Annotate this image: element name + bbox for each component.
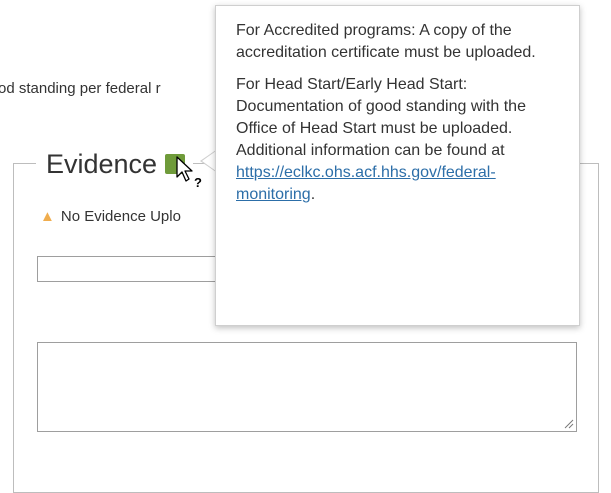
warning-text: No Evidence Uplo — [60, 208, 181, 225]
popover-paragraph-accredited: For Accredited programs: A copy of the a… — [236, 22, 536, 61]
popover-paragraph-head-start-text: For Head Start/Early Head Start: Documen… — [236, 76, 526, 159]
popover-paragraph-head-start: For Head Start/Early Head Start: Documen… — [236, 74, 561, 206]
requirement-description: od standing per federal r — [0, 80, 161, 97]
no-evidence-warning: ▲ No Evidence Uplo — [40, 208, 181, 225]
resize-grip-icon[interactable] — [564, 419, 574, 429]
link-suffix: . — [310, 186, 316, 203]
warning-icon: ▲ — [40, 208, 55, 225]
help-popover: For Accredited programs: A copy of the a… — [215, 5, 580, 326]
svg-text:?: ? — [194, 175, 202, 189]
federal-monitoring-link[interactable]: https://eclkc.ohs.acf.hhs.gov/federal-mo… — [236, 164, 496, 203]
evidence-legend: Evidence — [36, 144, 194, 184]
evidence-title: Evidence — [46, 149, 158, 179]
evidence-textarea[interactable] — [37, 342, 577, 432]
help-cursor-icon: ? — [176, 156, 202, 189]
